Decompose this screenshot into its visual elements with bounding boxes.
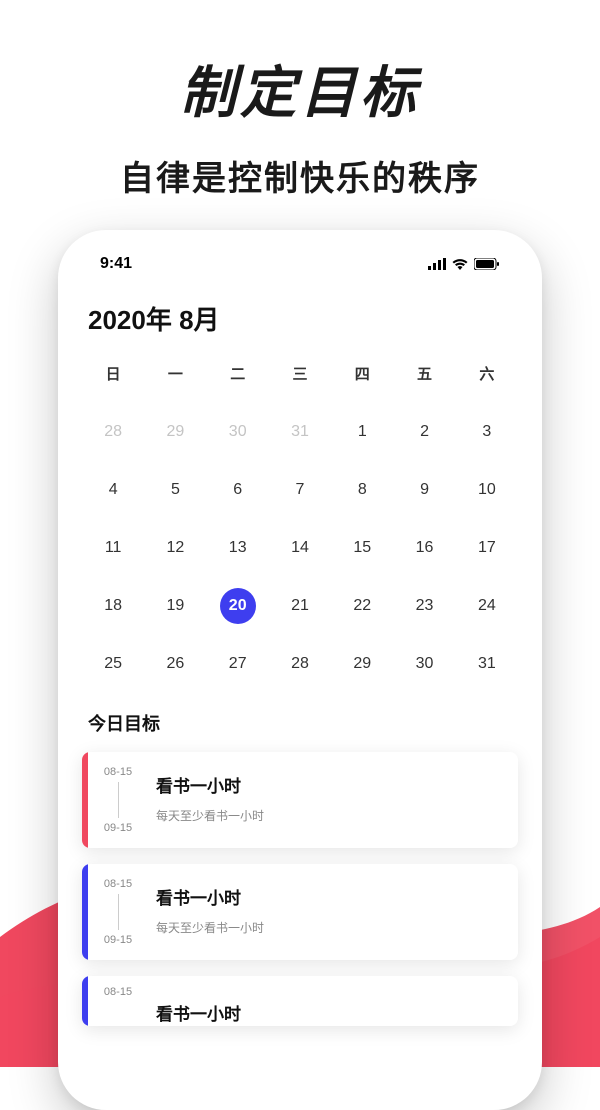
calendar-day[interactable]: 31 [269, 414, 331, 450]
calendar-day[interactable]: 14 [269, 530, 331, 566]
calendar-day[interactable]: 28 [269, 646, 331, 682]
calendar-day[interactable]: 29 [144, 414, 206, 450]
wifi-icon [452, 258, 468, 270]
calendar-day[interactable]: 5 [144, 472, 206, 508]
calendar-day[interactable]: 10 [456, 472, 518, 508]
weekday-label: 六 [456, 363, 518, 384]
calendar-day[interactable]: 27 [207, 646, 269, 682]
calendar-weekday-row: 日 一 二 三 四 五 六 [82, 363, 518, 384]
goal-title: 看书一小时 [156, 1000, 510, 1025]
calendar-day[interactable]: 23 [393, 588, 455, 624]
calendar-day[interactable]: 3 [456, 414, 518, 450]
goal-end-date: 09-15 [102, 934, 134, 946]
goal-body: 看书一小时每天至少看书一小时 [148, 864, 518, 960]
calendar-month-title[interactable]: 2020年 8月 [82, 300, 518, 337]
weekday-label: 三 [269, 363, 331, 384]
goal-card[interactable]: 08-15 09-15 看书一小时每天至少看书一小时 [82, 864, 518, 960]
calendar-day[interactable]: 21 [269, 588, 331, 624]
status-icons [428, 258, 500, 270]
goals-section-title: 今日目标 [82, 710, 518, 736]
calendar-day[interactable]: 31 [456, 646, 518, 682]
goal-start-date: 08-15 [102, 766, 134, 778]
hero-subtitle: 自律是控制快乐的秩序 [0, 151, 600, 200]
calendar-day[interactable]: 29 [331, 646, 393, 682]
calendar-day[interactable]: 9 [393, 472, 455, 508]
goal-body: 看书一小时 [148, 976, 518, 1026]
phone-mockup: 9:41 2020年 8月 日 一 二 三 四 五 六 282930311234… [58, 230, 542, 1110]
calendar-day[interactable]: 7 [269, 472, 331, 508]
goal-date-range: 08-15 09-15 [88, 752, 148, 848]
calendar-day[interactable]: 22 [331, 588, 393, 624]
status-time: 9:41 [100, 255, 132, 273]
calendar-day[interactable]: 26 [144, 646, 206, 682]
calendar-day[interactable]: 18 [82, 588, 144, 624]
calendar-day[interactable]: 16 [393, 530, 455, 566]
calendar-day[interactable]: 24 [456, 588, 518, 624]
goal-start-date: 08-15 [102, 986, 134, 998]
calendar-day[interactable]: 25 [82, 646, 144, 682]
calendar-day[interactable]: 8 [331, 472, 393, 508]
goal-card[interactable]: 08-15 看书一小时 [82, 976, 518, 1026]
status-bar: 9:41 [82, 240, 518, 288]
calendar-day[interactable]: 11 [82, 530, 144, 566]
weekday-label: 四 [331, 363, 393, 384]
goal-description: 每天至少看书一小时 [156, 919, 510, 936]
goal-start-date: 08-15 [102, 878, 134, 890]
hero: 制定目标 自律是控制快乐的秩序 [0, 0, 600, 200]
goal-title: 看书一小时 [156, 772, 510, 797]
goal-body: 看书一小时每天至少看书一小时 [148, 752, 518, 848]
calendar-day[interactable]: 13 [207, 530, 269, 566]
calendar-day[interactable]: 2 [393, 414, 455, 450]
weekday-label: 日 [82, 363, 144, 384]
calendar-day[interactable]: 20 [207, 588, 269, 624]
calendar-day[interactable]: 12 [144, 530, 206, 566]
hero-title: 制定目标 [0, 48, 600, 129]
goal-card[interactable]: 08-15 09-15 看书一小时每天至少看书一小时 [82, 752, 518, 848]
goal-date-range: 08-15 [88, 976, 148, 1026]
calendar-day[interactable]: 28 [82, 414, 144, 450]
calendar-day[interactable]: 30 [207, 414, 269, 450]
battery-icon [474, 258, 500, 270]
goal-title: 看书一小时 [156, 884, 510, 909]
calendar-day[interactable]: 1 [331, 414, 393, 450]
calendar-day[interactable]: 19 [144, 588, 206, 624]
goal-end-date: 09-15 [102, 822, 134, 834]
signal-icon [428, 258, 446, 270]
calendar-grid: 2829303112345678910111213141516171819202… [82, 414, 518, 682]
calendar-day[interactable]: 4 [82, 472, 144, 508]
goal-description: 每天至少看书一小时 [156, 807, 510, 824]
calendar-day[interactable]: 6 [207, 472, 269, 508]
weekday-label: 二 [207, 363, 269, 384]
goal-date-range: 08-15 09-15 [88, 864, 148, 960]
weekday-label: 五 [393, 363, 455, 384]
calendar-day[interactable]: 30 [393, 646, 455, 682]
goals-list: 08-1509-15看书一小时每天至少看书一小时08-1509-15看书一小时每… [82, 752, 518, 1026]
weekday-label: 一 [144, 363, 206, 384]
calendar-day[interactable]: 15 [331, 530, 393, 566]
calendar-day[interactable]: 17 [456, 530, 518, 566]
